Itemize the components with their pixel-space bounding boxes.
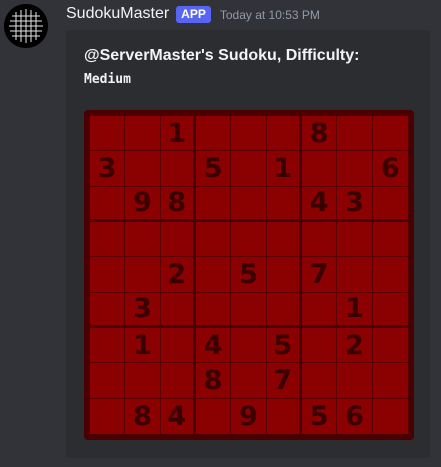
sudoku-board-frame: 18351698432573114528784956: [84, 110, 414, 440]
sudoku-cell[interactable]: [301, 327, 338, 364]
sudoku-cell[interactable]: 1: [337, 292, 373, 328]
sudoku-cell[interactable]: [337, 221, 373, 258]
sudoku-cell[interactable]: 3: [125, 292, 161, 328]
sudoku-cell[interactable]: [195, 186, 232, 222]
sudoku-cell[interactable]: [160, 292, 196, 328]
sudoku-cell[interactable]: [266, 221, 302, 258]
sudoku-cell[interactable]: [90, 186, 126, 222]
sudoku-cell[interactable]: [337, 257, 373, 293]
sudoku-embed: @ServerMaster's Sudoku, Difficulty: Medi…: [66, 30, 430, 458]
sudoku-cell[interactable]: [231, 186, 267, 222]
sudoku-board: 18351698432573114528784956: [90, 116, 408, 434]
sudoku-cell[interactable]: [195, 292, 232, 328]
sudoku-cell[interactable]: 7: [301, 257, 338, 293]
sudoku-cell[interactable]: [231, 221, 267, 258]
sudoku-cell[interactable]: [125, 363, 161, 399]
sudoku-cell[interactable]: [90, 116, 126, 152]
sudoku-cell[interactable]: [266, 292, 302, 328]
sudoku-cell[interactable]: [231, 116, 267, 152]
embed-title: @ServerMaster's Sudoku, Difficulty: Medi…: [84, 45, 414, 90]
sudoku-cell[interactable]: [125, 221, 161, 258]
sudoku-cell[interactable]: 5: [231, 257, 267, 293]
sudoku-cell[interactable]: [160, 221, 196, 258]
sudoku-cell[interactable]: [372, 363, 408, 399]
sudoku-cell[interactable]: 8: [125, 398, 161, 434]
sudoku-cell[interactable]: [90, 292, 126, 328]
sudoku-cell[interactable]: [195, 116, 232, 152]
sudoku-cell[interactable]: 2: [160, 257, 196, 293]
sudoku-cell[interactable]: [372, 293, 408, 328]
sudoku-cell[interactable]: [301, 363, 338, 399]
sudoku-cell[interactable]: [267, 398, 302, 434]
sudoku-cell[interactable]: 6: [337, 398, 373, 434]
sudoku-cell[interactable]: [372, 187, 408, 222]
sudoku-cell[interactable]: 4: [301, 186, 338, 222]
sudoku-cell[interactable]: 6: [372, 151, 408, 187]
sudoku-cell[interactable]: [231, 292, 267, 328]
sudoku-cell[interactable]: 5: [195, 151, 232, 187]
sudoku-cell[interactable]: [337, 151, 373, 187]
sudoku-cell[interactable]: 9: [231, 398, 267, 434]
sudoku-cell[interactable]: [125, 116, 161, 152]
sudoku-cell[interactable]: 1: [266, 151, 302, 187]
sudoku-cell[interactable]: [160, 151, 196, 187]
sudoku-cell[interactable]: 4: [161, 398, 196, 434]
sudoku-cell[interactable]: 5: [266, 327, 302, 364]
app-badge: APP: [176, 5, 211, 23]
sudoku-cell[interactable]: 8: [301, 116, 338, 152]
sudoku-cell[interactable]: [196, 398, 232, 434]
sudoku-cell[interactable]: [301, 221, 338, 258]
sudoku-cell[interactable]: [231, 363, 267, 399]
sudoku-cell[interactable]: [372, 116, 408, 152]
sudoku-cell[interactable]: 4: [195, 327, 232, 364]
sudoku-cell[interactable]: [90, 257, 126, 293]
sudoku-cell[interactable]: 1: [160, 116, 196, 152]
embed-title-text: @ServerMaster's Sudoku, Difficulty:: [84, 47, 360, 64]
sudoku-cell[interactable]: [337, 363, 373, 399]
sudoku-cell[interactable]: 3: [337, 186, 373, 222]
sudoku-cell[interactable]: [195, 257, 232, 293]
sudoku-cell[interactable]: 2: [337, 327, 373, 364]
sudoku-cell[interactable]: 8: [160, 186, 196, 222]
sudoku-cell[interactable]: 1: [125, 327, 161, 364]
sudoku-cell[interactable]: [160, 327, 196, 364]
bot-username[interactable]: SudokuMaster: [66, 5, 169, 23]
message-header: SudokuMaster APP Today at 10:53 PM: [66, 3, 320, 25]
bot-avatar[interactable]: [4, 4, 48, 48]
difficulty-label: Medium: [84, 72, 131, 87]
sudoku-cell[interactable]: [195, 221, 232, 258]
sudoku-cell[interactable]: 3: [90, 151, 126, 187]
message-timestamp[interactable]: Today at 10:53 PM: [220, 8, 320, 22]
sudoku-cell[interactable]: [372, 328, 408, 364]
sudoku-cell[interactable]: [372, 257, 408, 293]
sudoku-cell[interactable]: [337, 116, 373, 152]
sudoku-grid-avatar-icon: [4, 4, 48, 48]
sudoku-cell[interactable]: [90, 363, 126, 399]
sudoku-cell[interactable]: [160, 363, 196, 399]
sudoku-cell[interactable]: [372, 222, 408, 258]
sudoku-cell[interactable]: [231, 327, 267, 364]
sudoku-cell[interactable]: [266, 186, 302, 222]
sudoku-cell[interactable]: [301, 292, 338, 328]
sudoku-cell[interactable]: [266, 116, 302, 152]
sudoku-cell[interactable]: [373, 399, 408, 434]
sudoku-cell[interactable]: [301, 151, 338, 187]
sudoku-cell[interactable]: 9: [125, 186, 161, 222]
sudoku-cell[interactable]: [266, 257, 302, 293]
sudoku-cell[interactable]: [90, 221, 126, 258]
chat-message: SudokuMaster APP Today at 10:53 PM @Serv…: [0, 0, 441, 467]
sudoku-cell[interactable]: 5: [302, 398, 338, 434]
sudoku-cell[interactable]: [125, 151, 161, 187]
sudoku-cell[interactable]: 8: [195, 363, 232, 399]
sudoku-cell[interactable]: [90, 327, 126, 364]
sudoku-cell[interactable]: [231, 151, 267, 187]
sudoku-cell[interactable]: [125, 257, 161, 293]
sudoku-cell[interactable]: [90, 398, 126, 434]
sudoku-cell[interactable]: 7: [266, 363, 302, 399]
